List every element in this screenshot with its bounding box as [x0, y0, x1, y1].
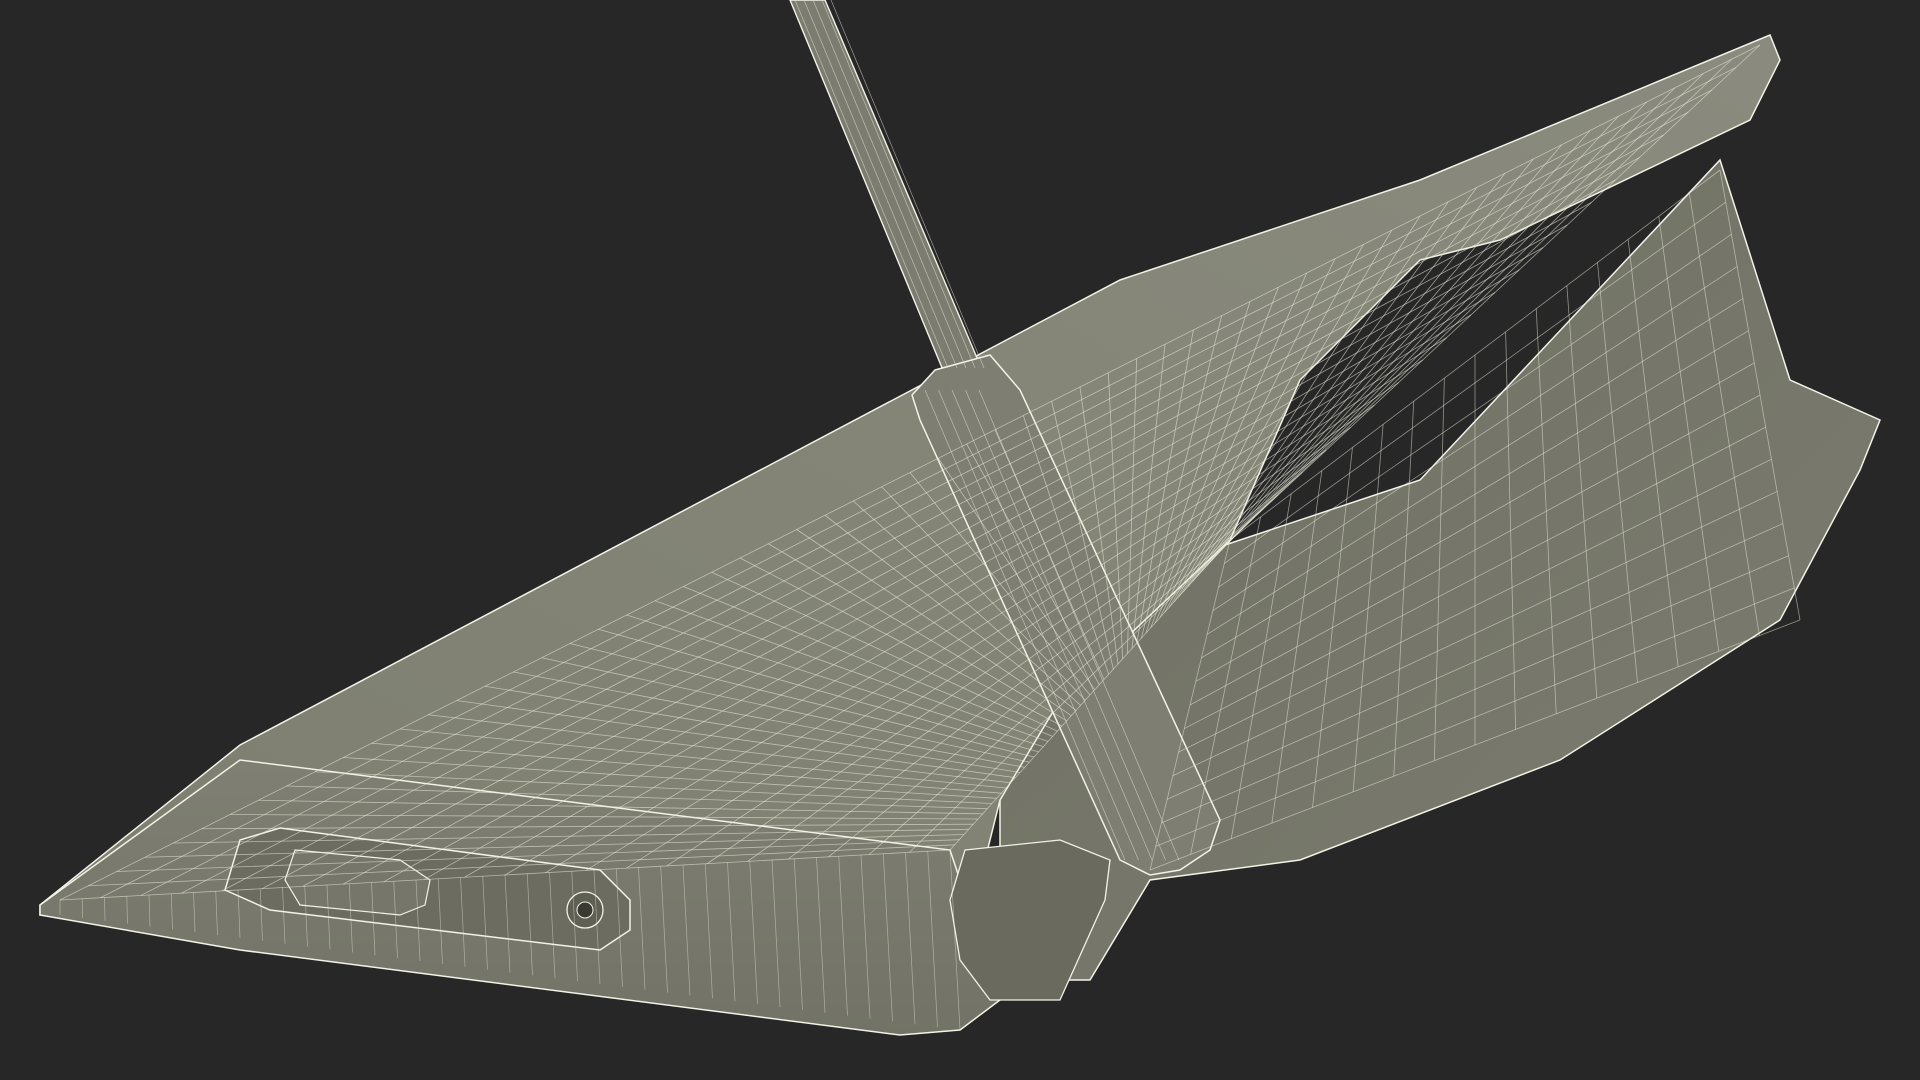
mesh-edge [812, 0, 967, 369]
wireframe-render [39, 0, 1881, 1036]
mesh-edge [104, 897, 106, 921]
mesh-edge [803, 0, 958, 369]
mesh-edge [821, 0, 976, 369]
mesh-edge [830, 0, 985, 369]
3d-viewport[interactable] [0, 0, 1920, 1080]
mesh-edge [794, 0, 949, 369]
